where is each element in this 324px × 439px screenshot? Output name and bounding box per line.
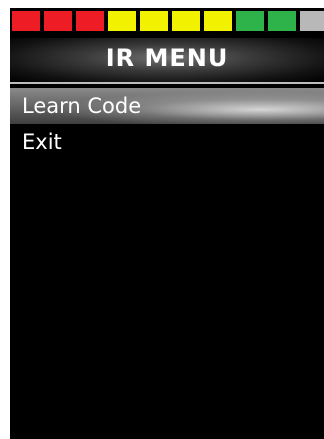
level-segment [204,11,232,31]
title-divider [10,82,324,84]
level-segment [12,11,40,31]
level-segment [236,11,264,31]
level-indicator [12,11,324,31]
menu-item-label: Exit [22,130,62,154]
menu-item-label: Learn Code [22,94,142,118]
menu-item-exit[interactable]: Exit [10,124,324,160]
level-segment [172,11,200,31]
level-segment [300,11,324,31]
menu-list: Learn Code Exit [10,88,324,160]
level-segment [44,11,72,31]
level-segment [108,11,136,31]
menu-item-learn-code[interactable]: Learn Code [10,88,324,124]
device-screen: IR MENU Learn Code Exit [10,8,324,439]
level-segment [268,11,296,31]
menu-title: IR MENU [10,38,324,82]
level-segment [76,11,104,31]
level-segment [140,11,168,31]
